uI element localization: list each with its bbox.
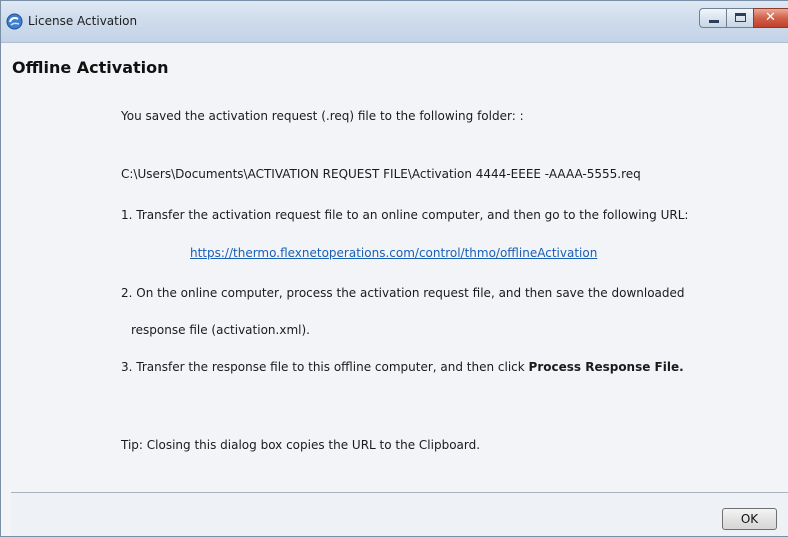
- title-bar[interactable]: License Activation ✕: [1, 1, 788, 43]
- saved-message: You saved the activation request (.req) …: [121, 109, 524, 123]
- window-controls: ✕: [699, 8, 788, 28]
- step-2-continuation: response file (activation.xml).: [131, 323, 310, 337]
- close-button[interactable]: ✕: [753, 8, 788, 28]
- license-activation-icon: [6, 13, 23, 30]
- minimize-icon: [709, 20, 719, 23]
- step-2-text: 2. On the online computer, process the a…: [121, 286, 685, 300]
- process-response-file-label: Process Response File.: [528, 360, 684, 374]
- license-activation-dialog: License Activation ✕ Offline Activation …: [0, 0, 788, 537]
- close-icon: ✕: [765, 10, 776, 25]
- step-3-prefix: 3. Transfer the response file to this of…: [121, 360, 529, 374]
- dialog-heading: Offline Activation: [12, 58, 169, 77]
- window-title: License Activation: [28, 14, 138, 28]
- tip-text: Tip: Closing this dialog box copies the …: [121, 438, 481, 452]
- maximize-button[interactable]: [726, 8, 754, 28]
- ok-button[interactable]: OK: [722, 508, 777, 530]
- file-path: C:\Users\Documents\ACTIVATION REQUEST FI…: [121, 167, 641, 181]
- step-3-text: 3. Transfer the response file to this of…: [121, 360, 684, 374]
- dialog-footer: [11, 492, 788, 536]
- step-1-text: 1. Transfer the activation request file …: [121, 208, 689, 222]
- maximize-icon: [735, 13, 746, 22]
- offline-activation-url-link[interactable]: https://thermo.flexnetoperations.com/con…: [190, 246, 597, 260]
- minimize-button[interactable]: [699, 8, 727, 28]
